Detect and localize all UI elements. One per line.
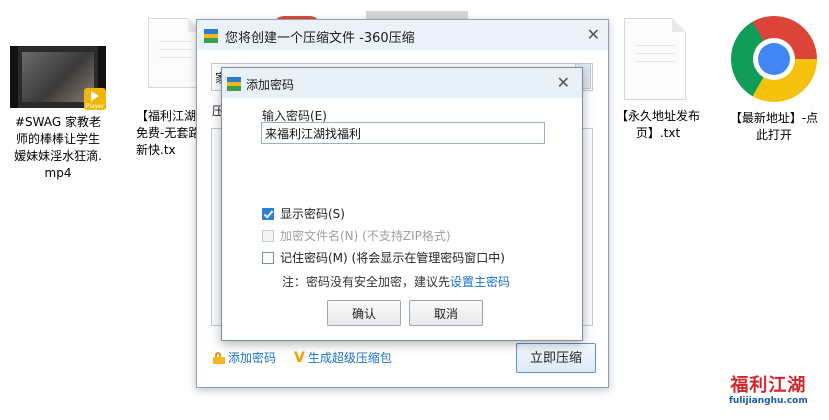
- text-document-icon: [624, 18, 686, 100]
- cancel-button[interactable]: 取消: [409, 300, 483, 326]
- close-icon[interactable]: ✕: [557, 75, 570, 91]
- compress-window-titlebar[interactable]: 您将创建一个压缩文件 -360压缩 ✕: [197, 20, 608, 50]
- add-password-dialog-titlebar[interactable]: 添加密码 ✕: [222, 68, 582, 98]
- chrome-icon: [731, 16, 817, 102]
- super-package-link[interactable]: V 生成超级压缩包: [294, 349, 392, 366]
- chrome-shortcut-icon[interactable]: 【最新地址】-点 此打开: [724, 16, 824, 144]
- lock-icon: [213, 352, 225, 364]
- compress-window-title: 您将创建一个压缩文件 -360压缩: [225, 31, 415, 46]
- security-note: 注：密码没有安全加密，建议先设置主密码: [282, 275, 511, 289]
- video-file-icon[interactable]: Player #SWAG 家教老 师的棒棒让学生 嫒妹妹淫水狂滴. mp4: [8, 46, 108, 182]
- close-icon[interactable]: ✕: [587, 27, 600, 43]
- confirm-button[interactable]: 确认: [327, 300, 401, 326]
- compress-now-button[interactable]: 立即压缩: [516, 343, 596, 373]
- add-password-link[interactable]: 添加密码: [213, 349, 276, 366]
- add-password-dialog: 添加密码 ✕ 输入密码(E) 来福利江湖找福利 显示密码(S) 加密文件名(N)…: [221, 67, 583, 341]
- encrypt-filenames-checkbox-row: 加密文件名(N) (不支持ZIP格式): [262, 228, 451, 244]
- video-file-label: #SWAG 家教老 师的棒棒让学生 嫒妹妹淫水狂滴. mp4: [14, 115, 102, 180]
- watermark-url: fulijianghu.com: [729, 396, 808, 406]
- 360zip-logo-icon: [204, 29, 218, 43]
- password-input[interactable]: 来福利江湖找福利: [261, 122, 545, 144]
- remember-password-checkbox-row[interactable]: 记住密码(M) (将会显示在管理密码窗口中): [262, 250, 505, 266]
- show-password-checkbox[interactable]: [262, 208, 274, 220]
- site-watermark-logo: 福利江湖 fulijianghu.com: [729, 376, 808, 407]
- player-badge-icon: Player: [84, 88, 106, 110]
- encrypt-filenames-checkbox: [262, 230, 274, 242]
- chrome-shortcut-label: 【最新地址】-点 此打开: [729, 111, 819, 142]
- v-icon: V: [294, 350, 305, 366]
- video-thumbnail: Player: [10, 46, 106, 110]
- show-password-checkbox-row[interactable]: 显示密码(S): [262, 206, 345, 222]
- 360zip-logo-icon: [227, 77, 241, 91]
- add-password-dialog-title: 添加密码: [246, 78, 295, 92]
- set-master-password-link[interactable]: 设置主密码: [450, 275, 510, 289]
- remember-password-checkbox[interactable]: [262, 252, 274, 264]
- txt-file-label-2: 【永久地址发布 页】.txt: [615, 109, 700, 140]
- watermark-cn: 福利江湖: [730, 375, 807, 396]
- text-document-icon: [148, 18, 202, 88]
